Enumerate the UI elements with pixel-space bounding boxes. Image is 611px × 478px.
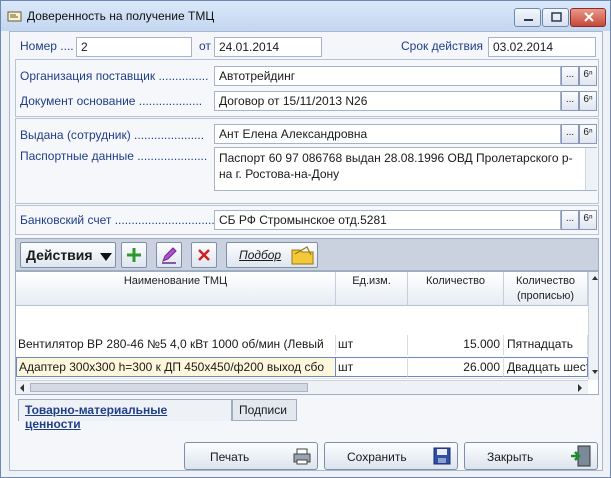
actions-label: Действия (26, 247, 93, 263)
column-header-quantity[interactable]: Количество (408, 272, 504, 306)
supplier-select-button[interactable]: ... (561, 66, 579, 86)
items-table[interactable]: Наименование ТМЦ Ед.изм. Количество Коли… (15, 271, 599, 395)
basis-search-button[interactable]: 6ⁿ (579, 91, 597, 111)
delete-icon (198, 249, 210, 261)
date-label: от (199, 39, 211, 53)
valid-until-field[interactable]: 03.02.2014 (488, 37, 596, 57)
supplier-search-button[interactable]: 6ⁿ (579, 66, 597, 86)
close-window-button[interactable] (570, 8, 606, 27)
scroll-up-icon[interactable] (589, 272, 599, 284)
basis-field[interactable]: Договор от 15/11/2013 N26 (214, 91, 561, 111)
tab-goods[interactable]: Товарно-материальные ценности (18, 399, 232, 431)
title-bar[interactable]: Доверенность на получение ТМЦ (1, 1, 610, 31)
dropdown-arrow-icon (100, 253, 112, 261)
close-label: Закрыть (487, 450, 534, 464)
scroll-thumb[interactable] (30, 383, 308, 392)
folder-icon (291, 246, 314, 265)
cell-name: Вентилятор ВР 280-46 №5 4,0 кВт 1000 об/… (16, 335, 336, 355)
row-separator (16, 378, 588, 379)
save-label: Сохранить (347, 450, 407, 464)
save-icon (433, 447, 451, 465)
basis-select-button[interactable]: ... (561, 91, 579, 111)
scroll-left-icon[interactable] (16, 381, 28, 395)
printer-icon (293, 448, 311, 465)
exit-door-icon (571, 445, 591, 467)
passport-scrollbar[interactable] (585, 148, 597, 190)
cell-quantity: 26.000 (408, 357, 504, 377)
table-horizontal-scrollbar[interactable] (16, 380, 588, 394)
cell-quantity-words: Пятнадцать (504, 335, 588, 355)
issued-to-label: Выдана (сотрудник) ..................... (20, 128, 205, 142)
column-header-unit[interactable]: Ед.изм. (336, 272, 408, 306)
table-row[interactable]: Адаптер 300х300 h=300 к ДП 450х450/ф200 … (16, 357, 588, 377)
column-header-name[interactable]: Наименование ТМЦ (16, 272, 336, 306)
minimize-button[interactable] (514, 8, 541, 27)
scroll-down-icon[interactable] (589, 366, 599, 378)
issued-to-field[interactable]: Ант Елена Александровна (214, 124, 561, 144)
passport-label: Паспортные данные ..................... (20, 149, 208, 163)
bank-select-button[interactable]: ... (561, 210, 579, 230)
column-header-quantity-words[interactable]: Количество (прописью) (504, 272, 588, 306)
dialog-window: Доверенность на получение ТМЦ Номер ....… (0, 0, 611, 478)
table-vertical-scrollbar[interactable] (588, 272, 599, 380)
close-button[interactable]: Закрыть (464, 442, 598, 470)
save-button[interactable]: Сохранить (324, 442, 458, 470)
number-field[interactable]: 2 (76, 37, 192, 57)
pencil-icon (162, 247, 177, 264)
select-items-button[interactable]: Подбор (226, 242, 318, 268)
tab-signatures[interactable]: Подписи (232, 399, 297, 421)
edit-item-button[interactable] (156, 242, 182, 268)
cell-quantity-words: Двадцать шест (504, 357, 588, 377)
basis-label: Документ основание ................... (20, 94, 203, 108)
table-row[interactable]: Вентилятор ВР 280-46 №5 4,0 кВт 1000 об/… (16, 335, 588, 355)
tab-strip: Товарно-материальные ценности Подписи (15, 395, 599, 435)
maximize-icon (551, 12, 562, 22)
supplier-label: Организация поставщик ............... (20, 69, 209, 83)
cell-quantity: 15.000 (408, 335, 504, 355)
employee-search-button[interactable]: 6ⁿ (579, 124, 597, 144)
delete-item-button[interactable] (191, 242, 217, 268)
select-items-label: Подбор (239, 248, 282, 262)
minimize-icon (524, 19, 533, 21)
form-body: Номер .... 2 от 24.01.2014 Срок действия… (9, 31, 603, 471)
bank-account-field[interactable]: СБ РФ Стромынское отд.5281 (214, 210, 561, 230)
valid-until-label: Срок действия (401, 39, 484, 53)
date-field[interactable]: 24.01.2014 (214, 37, 322, 57)
bank-account-label: Банковский счет ........................… (20, 213, 222, 227)
supplier-field[interactable]: Автотрейдинг (214, 66, 561, 86)
bank-search-button[interactable]: 6ⁿ (579, 210, 597, 230)
add-item-button[interactable] (121, 242, 147, 268)
window-title: Доверенность на получение ТМЦ (27, 9, 215, 23)
number-label: Номер .... (20, 39, 74, 53)
items-toolbar: Действия Подбор (15, 238, 599, 271)
actions-menu-button[interactable]: Действия (20, 242, 116, 268)
passport-field[interactable]: Паспорт 60 97 086768 выдан 28.08.1996 ОВ… (214, 147, 597, 191)
cell-unit: шт (336, 335, 408, 355)
close-icon (584, 12, 594, 22)
maximize-button[interactable] (542, 8, 569, 27)
cell-unit: шт (336, 357, 408, 377)
employee-select-button[interactable]: ... (561, 124, 579, 144)
print-label: Печать (210, 450, 250, 464)
cell-name: Адаптер 300х300 h=300 к ДП 450х450/ф200 … (16, 357, 336, 377)
scroll-right-icon[interactable] (574, 381, 586, 395)
plus-icon (127, 248, 141, 262)
document-icon (7, 11, 22, 22)
print-button[interactable]: Печать (184, 442, 318, 470)
